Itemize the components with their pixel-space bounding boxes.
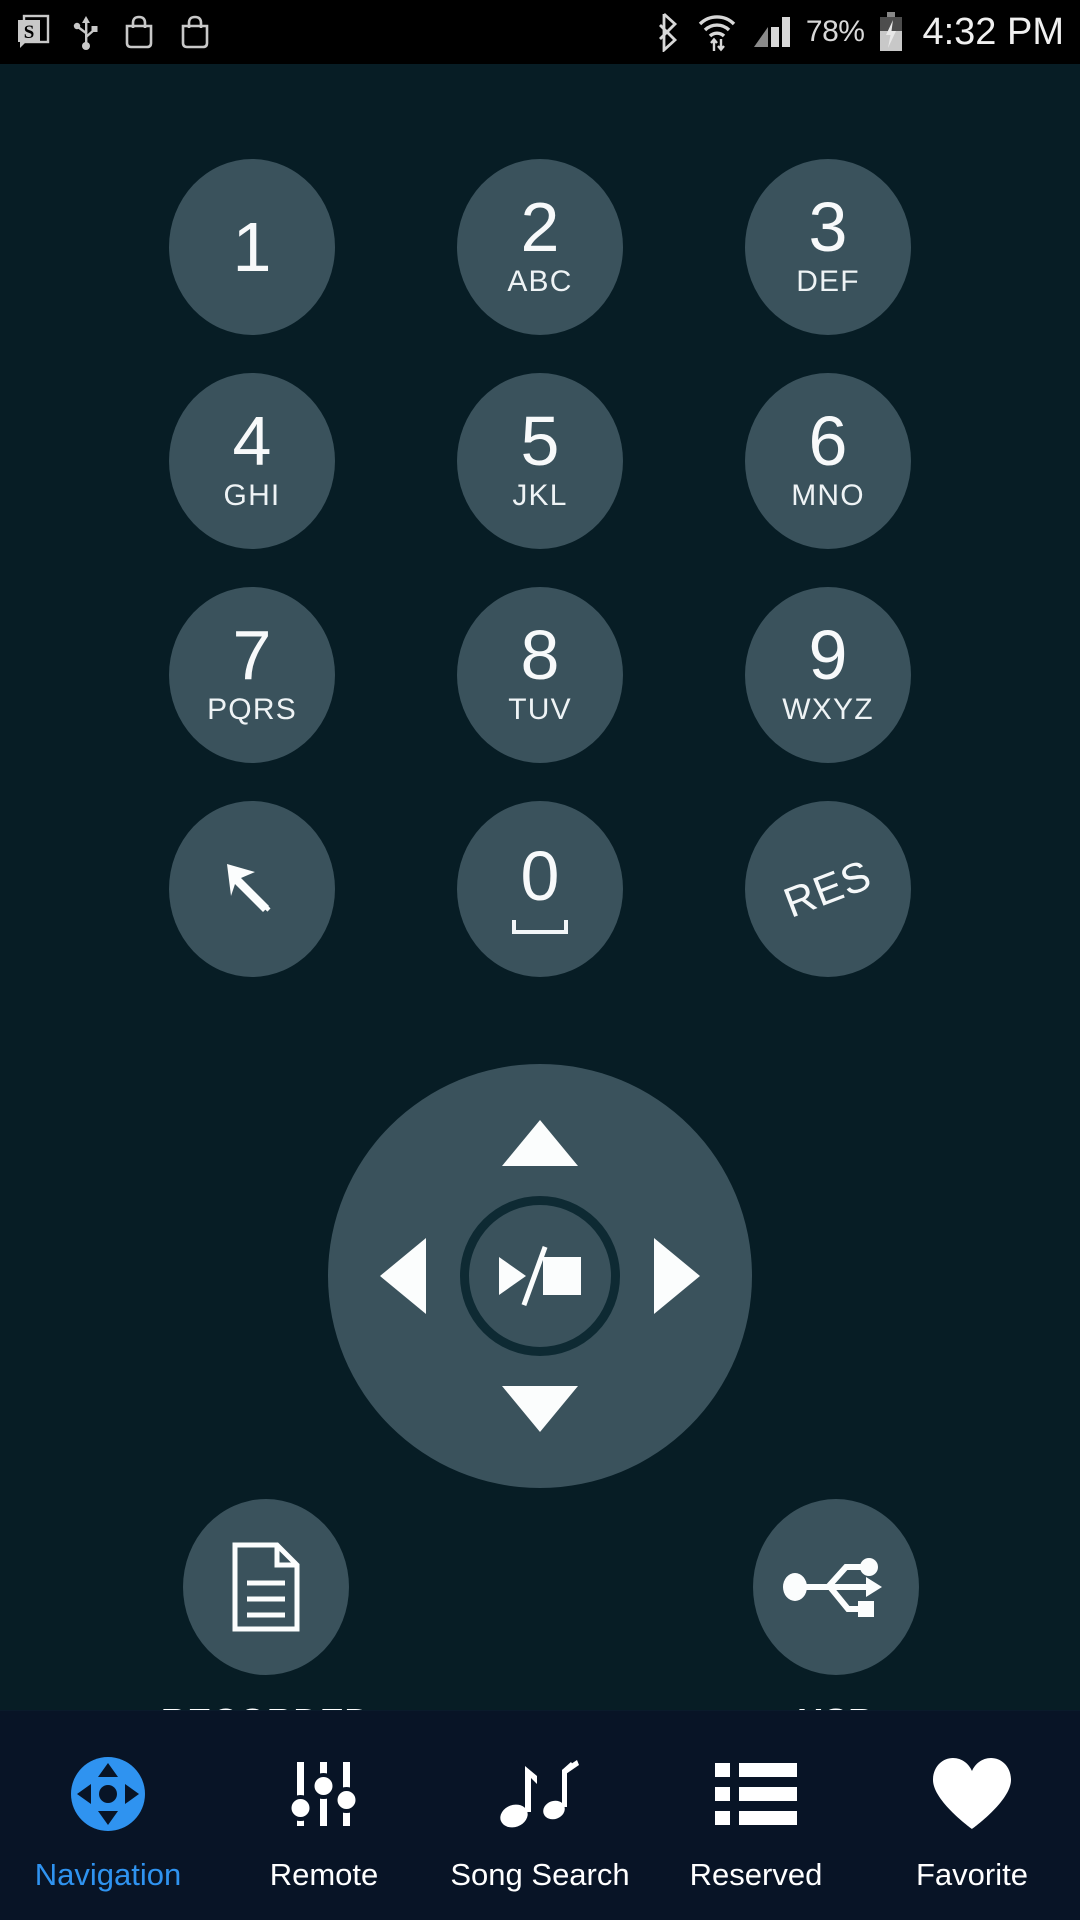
status-bar-right-icons: 78% 4:32 PM [654,11,1064,54]
dpad[interactable] [328,1064,752,1488]
bluetooth-icon [658,12,677,52]
recorded-button[interactable]: RECORDED [161,1499,371,1743]
keypad-row: 4 GHI 5 JKL 6 MNO [0,354,1080,568]
arrow-up-icon[interactable] [502,1120,578,1166]
stop-icon [543,1257,581,1295]
key-8[interactable]: 8 TUV [457,587,623,763]
shopping-bag-icon [125,15,153,49]
battery-charging-icon [880,12,903,51]
key-digit: 8 [520,615,560,694]
nav-item-label: Remote [269,1856,379,1892]
back-arrow-icon [227,864,271,912]
key-9[interactable]: 9 WXYZ [745,587,911,763]
key-letters: TUV [508,693,572,727]
dpad-wrapper [0,1064,1080,1488]
remote-control-screen: 1 2 ABC 3 DEF 4 GHI 5 JKL 6 MNO 7 PQRS 8… [0,64,1080,1742]
wifi-icon [698,15,736,52]
key-digit: 6 [808,401,848,480]
svg-text:S: S [24,22,35,43]
key-digit: 5 [520,401,560,480]
nav-item-remote[interactable]: Remote [216,1711,432,1920]
keypad-row: 0 RES [0,782,1080,996]
nav-item-favorite[interactable]: Favorite [864,1711,1080,1920]
action-button-row: RECORDED USB [0,1499,1080,1743]
play-icon [499,1257,526,1295]
key-6[interactable]: 6 MNO [745,373,911,549]
nav-item-label: Navigation [34,1856,182,1892]
key-4[interactable]: 4 GHI [169,373,335,549]
usb-icon [73,16,98,50]
key-digit: 2 [520,187,560,266]
shopping-bag-icon [181,15,209,49]
nav-item-label: Favorite [916,1856,1028,1892]
nav-item-label: Reserved [689,1856,823,1892]
nav-item-label: Song Search [450,1856,630,1892]
key-digit: 1 [232,207,272,286]
usb-button-circle[interactable] [753,1499,919,1675]
arrow-right-icon[interactable] [654,1238,700,1314]
key-7[interactable]: 7 PQRS [169,587,335,763]
music-notes-icon [497,1751,583,1837]
usb-button[interactable]: USB [753,1499,919,1743]
usb-icon [783,1558,882,1617]
arrow-left-icon[interactable] [380,1238,426,1314]
arrow-down-icon[interactable] [502,1386,578,1432]
key-letters: ABC [507,265,573,299]
nav-item-song-search[interactable]: Song Search [432,1711,648,1920]
key-digit: 3 [808,187,848,266]
status-bar-left-icons: S [16,13,212,51]
dial-keypad: 1 2 ABC 3 DEF 4 GHI 5 JKL 6 MNO 7 PQRS 8… [0,140,1080,996]
key-3[interactable]: 3 DEF [745,159,911,335]
dpad-circle-icon [68,1751,148,1837]
key-res[interactable]: RES [745,801,911,977]
clock-label: 4:32 PM [922,10,1064,53]
key-digit: 4 [232,401,272,480]
bottom-navigation-bar: Navigation Remote Song Search Reserved F… [0,1710,1080,1920]
app-notification-icon: S [18,14,50,48]
key-letters: JKL [512,479,568,513]
res-label: RES [777,850,878,927]
sliders-icon [284,1751,364,1837]
key-digit: 7 [232,615,272,694]
play-stop-button[interactable] [460,1196,620,1356]
list-icon [713,1751,799,1837]
keypad-row: 7 PQRS 8 TUV 9 WXYZ [0,568,1080,782]
battery-percent-label: 78% [805,15,865,48]
key-back[interactable] [169,801,335,977]
recorded-button-circle[interactable] [182,1499,349,1675]
key-1[interactable]: 1 [169,159,335,335]
key-letters: WXYZ [782,693,874,727]
keypad-row: 1 2 ABC 3 DEF [0,140,1080,354]
key-5[interactable]: 5 JKL [457,373,623,549]
key-letters: PQRS [207,693,297,727]
key-letters: GHI [223,479,281,513]
key-2[interactable]: 2 ABC [457,159,623,335]
key-digit: 9 [808,615,848,694]
heart-icon [929,1751,1015,1837]
cellular-signal-icon [753,17,790,47]
key-digit: 0 [520,836,560,915]
key-letters: MNO [791,479,865,513]
status-bar: S 78% 4:32 PM [0,0,1080,64]
document-icon [232,1542,300,1632]
key-0[interactable]: 0 [457,801,623,977]
space-bar-icon [512,920,568,935]
key-letters: DEF [796,265,860,299]
nav-item-navigation[interactable]: Navigation [0,1711,216,1920]
nav-item-reserved[interactable]: Reserved [648,1711,864,1920]
